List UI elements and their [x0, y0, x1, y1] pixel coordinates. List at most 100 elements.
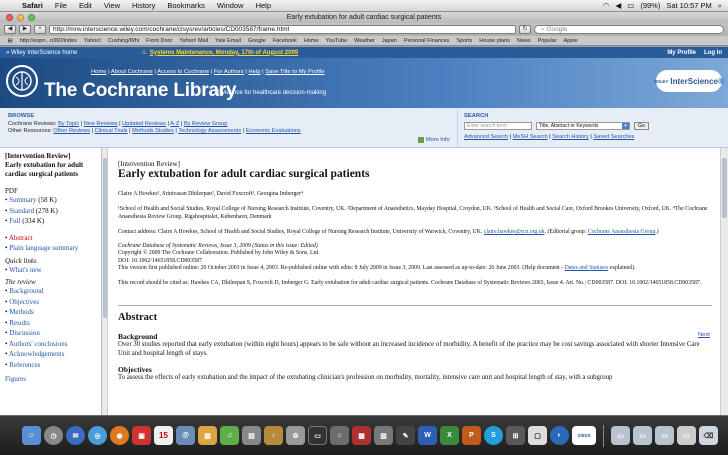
trash-icon[interactable]: ⌫ — [699, 426, 718, 445]
search-history-link[interactable]: Search History — [552, 134, 589, 140]
menu-safari[interactable]: Safari — [16, 1, 49, 10]
finder-icon[interactable]: ☺ — [22, 426, 41, 445]
sidebar-pdf-full[interactable]: • Full (334 K) — [5, 216, 101, 227]
back-button[interactable]: ◀ — [4, 25, 16, 34]
app5-icon[interactable]: ▢ — [528, 426, 547, 445]
bookmark-item[interactable]: Home — [300, 38, 322, 44]
documents-icon[interactable]: ▭ — [655, 426, 674, 445]
battery-icon[interactable]: ▭ — [627, 1, 634, 10]
pen-icon[interactable]: ✎ — [396, 426, 415, 445]
bookmark-item[interactable]: Sports — [453, 38, 476, 44]
itunes-icon[interactable]: ♫ — [220, 426, 239, 445]
contact-email-link[interactable]: claire.hawkes@rcn.org.uk — [484, 229, 545, 235]
mail-icon[interactable]: ✉ — [66, 426, 85, 445]
search-term-input[interactable]: Enter search term — [464, 122, 532, 130]
app-icon[interactable]: ▣ — [132, 426, 151, 445]
google-search-input[interactable]: ⌕ Google — [534, 25, 724, 34]
login-link[interactable]: Log In — [704, 50, 728, 56]
technology-assessments-link[interactable]: Technology Assessments — [178, 128, 241, 134]
next-link[interactable]: Next — [698, 332, 710, 338]
firefox-icon[interactable]: ◉ — [110, 426, 129, 445]
browse-a-z-link[interactable]: A-Z — [170, 121, 179, 127]
wiley-home-link[interactable]: » Wiley InterScience home — [6, 50, 77, 56]
more-info-link[interactable]: More Info — [418, 137, 450, 143]
bookmark-item[interactable]: YouTube — [322, 38, 351, 44]
bookmark-item[interactable]: Yahoo! — [80, 38, 104, 44]
pdf-summary-link[interactable]: Summary — [9, 196, 36, 204]
editorial-group-link[interactable]: Cochrane Anaesthesia Group — [588, 229, 656, 235]
bookmark-item[interactable]: Japan — [378, 38, 400, 44]
sidebar-item-authors-conclusions[interactable]: • Authors' conclusions — [5, 339, 101, 350]
address-book-icon[interactable]: @ — [176, 426, 195, 445]
minimize-window-icon[interactable] — [17, 14, 24, 21]
sidebar-item-abstract[interactable]: • Abstract — [5, 233, 101, 244]
methods-studies-link[interactable]: Methods Studies — [132, 128, 174, 134]
search-field-select[interactable]: Title, Abstract or Keywords ▾ — [536, 122, 630, 130]
bookmark-item[interactable]: Apple — [560, 38, 581, 44]
clinical-trials-link[interactable]: Clinical Trials — [95, 128, 128, 134]
cisco-icon[interactable]: cisco — [572, 426, 596, 445]
site-title[interactable]: The Cochrane Library — [44, 80, 237, 102]
preferences-icon[interactable]: ⚙ — [286, 426, 305, 445]
sidebar-item-discussion[interactable]: • Discussion — [5, 328, 101, 339]
folder2-icon[interactable]: ▭ — [633, 426, 652, 445]
sidebar-item-objectives[interactable]: • Objectives — [5, 297, 101, 308]
app4-icon[interactable]: ⊞ — [506, 426, 525, 445]
bookmark-item[interactable]: Cushing/Whi — [104, 38, 142, 44]
article-scrollbar[interactable] — [720, 148, 728, 415]
sidebar-item-plain-language-summary[interactable]: • Plain language summary — [5, 243, 101, 254]
about-cochrane-link[interactable]: About Cochrane — [111, 69, 153, 75]
folder-icon[interactable]: ▭ — [611, 426, 630, 445]
home-link[interactable]: Home — [91, 69, 106, 75]
browse-new-reviews-link[interactable]: New Reviews — [84, 121, 118, 127]
reload-button[interactable]: ↻ — [519, 25, 531, 34]
bookmark-item[interactable]: Facebook — [269, 38, 300, 44]
bookmarks-book-icon[interactable]: ▤ — [4, 38, 16, 44]
volume-icon[interactable]: ◀ — [615, 1, 621, 10]
preview-icon[interactable]: ▤ — [242, 426, 261, 445]
garageband-icon[interactable]: ♪ — [264, 426, 283, 445]
excel-icon[interactable]: X — [440, 426, 459, 445]
mesh-search-link[interactable]: MeSH Search — [513, 134, 548, 140]
search-go-button[interactable]: Go — [634, 122, 649, 130]
bookmark-item[interactable]: Google — [244, 38, 269, 44]
bookmark-item[interactable]: Yale Email — [212, 38, 245, 44]
browse-updated-reviews-link[interactable]: Updated Reviews — [122, 121, 166, 127]
skype-icon[interactable]: S — [484, 426, 503, 445]
menu-bookmarks[interactable]: Bookmarks — [161, 1, 211, 10]
bookmark-item[interactable]: Front Door — [143, 38, 176, 44]
access-cochrane-link[interactable]: Access to Cochrane — [157, 69, 209, 75]
bookmark-item[interactable]: Weather — [351, 38, 379, 44]
wifi-icon[interactable]: ◠ — [603, 1, 610, 10]
sidebar-item-whats-new[interactable]: • What's new — [5, 265, 101, 276]
sidebar-item-figures[interactable]: Figures — [5, 374, 101, 385]
maintenance-notice[interactable]: Systems Maintenance, Monday, 17th of Aug… — [150, 50, 298, 56]
economic-evaluations-link[interactable]: Economic Evaluations — [246, 128, 301, 134]
help-link[interactable]: Help — [249, 69, 261, 75]
sidebar-pdf-summary[interactable]: • Summary (58 K) — [5, 195, 101, 206]
word-icon[interactable]: W — [418, 426, 437, 445]
saved-searches-link[interactable]: Saved Searches — [593, 134, 634, 140]
other-reviews-link[interactable]: Other Reviews — [53, 128, 90, 134]
for-authors-link[interactable]: For Authors — [214, 69, 244, 75]
close-window-icon[interactable] — [6, 14, 13, 21]
bookmark-item[interactable]: Popular — [534, 38, 560, 44]
sidebar-item-acknowledgements[interactable]: • Acknowledgements — [5, 349, 101, 360]
photos-icon[interactable]: ▨ — [198, 426, 217, 445]
terminal-icon[interactable]: ▭ — [308, 426, 327, 445]
safari-icon[interactable]: ◎ — [88, 426, 107, 445]
save-title-link[interactable]: Save Title to My Profile — [265, 69, 324, 75]
my-profile-link[interactable]: My Profile — [667, 50, 704, 56]
forward-button[interactable]: ▶ — [19, 25, 31, 34]
app3-icon[interactable]: ▥ — [374, 426, 393, 445]
menu-help[interactable]: Help — [250, 1, 277, 10]
browse-by-review-group-link[interactable]: By Review Group — [184, 121, 228, 127]
menu-view[interactable]: View — [98, 1, 126, 10]
app2-icon[interactable]: ▦ — [352, 426, 371, 445]
menu-edit[interactable]: Edit — [73, 1, 98, 10]
bookmark-item[interactable]: Yahoo! Mail — [176, 38, 212, 44]
bookmark-item[interactable]: Personal Finances — [400, 38, 453, 44]
sidebar-scroll-thumb[interactable] — [103, 158, 107, 318]
advanced-search-link[interactable]: Advanced Search — [464, 134, 508, 140]
webex-icon[interactable]: ◐ — [550, 426, 569, 445]
